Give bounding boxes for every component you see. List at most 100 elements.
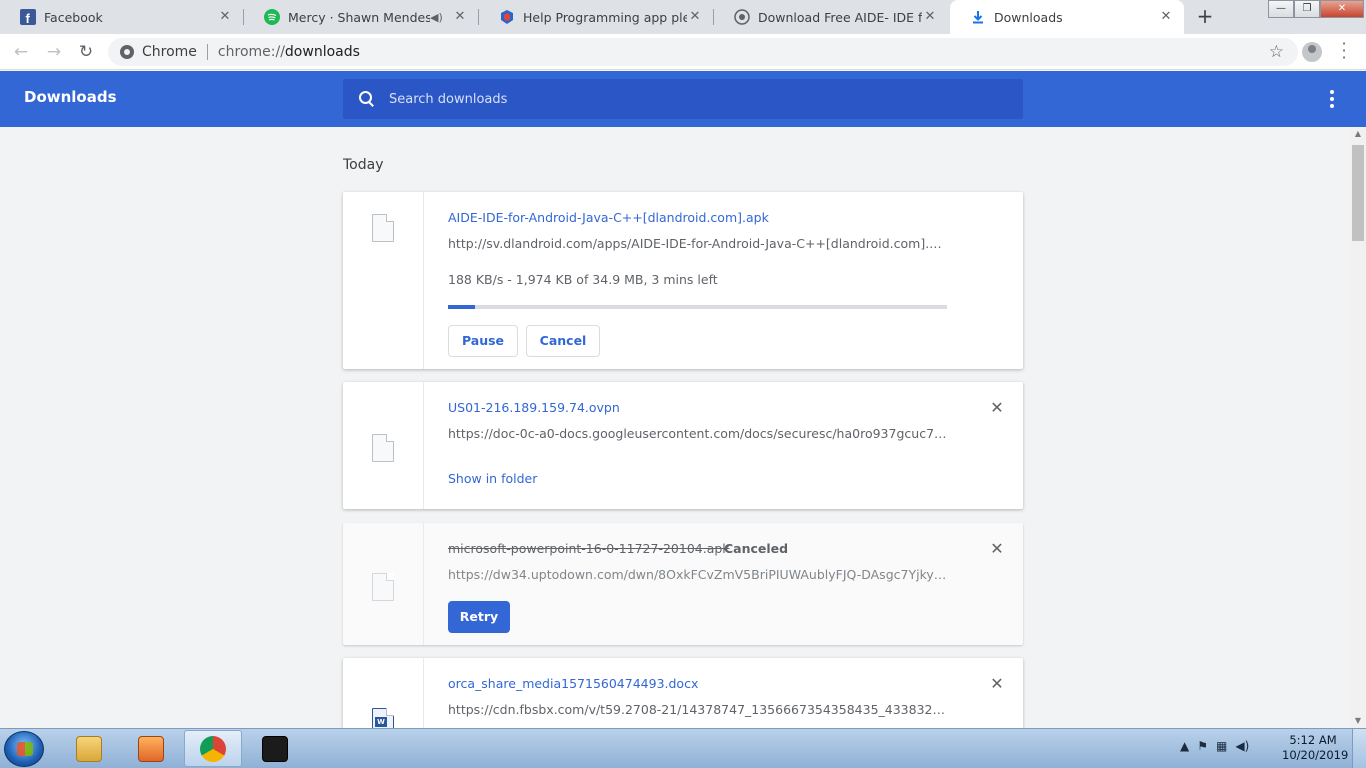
file-name-link[interactable]: US01-216.189.159.74.ovpn [448, 400, 620, 415]
scroll-down-icon[interactable]: ▼ [1350, 714, 1366, 728]
address-bar[interactable]: Chrome chrome:// downloads ☆ [108, 38, 1298, 66]
search-box[interactable] [343, 79, 1023, 119]
file-explorer-icon [76, 735, 102, 762]
forward-button[interactable]: → [42, 40, 66, 64]
search-icon [359, 91, 375, 107]
tab-title: Downloads [994, 9, 1063, 25]
clock-time: 5:12 AM [1289, 733, 1337, 747]
globe-icon [734, 9, 750, 25]
close-tab-icon[interactable]: ✕ [217, 9, 233, 25]
tab-spotify[interactable]: Mercy · Shawn Mendes ◀) ✕ [244, 0, 478, 34]
media-player-icon [138, 735, 164, 762]
progress-fill [448, 305, 476, 309]
browser-toolbar: ← → ↻ Chrome chrome:// downloads ☆ [0, 34, 1366, 70]
bookmark-star-icon[interactable]: ☆ [1269, 42, 1284, 62]
taskbar-garena[interactable] [246, 730, 304, 767]
omnibox-url-host: downloads [284, 44, 360, 60]
new-tab-button[interactable]: + [1194, 6, 1216, 28]
tab-downloads[interactable]: Downloads ✕ [950, 0, 1184, 34]
reload-button[interactable]: ↻ [74, 40, 98, 64]
status-badge: Canceled [724, 541, 789, 556]
progress-bar [448, 305, 947, 309]
download-item: US01-216.189.159.74.ovpn ✕ https://doc-0… [343, 382, 1023, 509]
search-input[interactable] [389, 79, 1023, 119]
downloads-header: Downloads [0, 71, 1366, 127]
profile-avatar[interactable] [1302, 42, 1322, 62]
show-desktop-button[interactable] [1352, 729, 1366, 768]
close-tab-icon[interactable]: ✕ [452, 9, 468, 25]
system-clock[interactable]: 5:12 AM 10/20/2019 [1282, 733, 1349, 763]
file-name-link[interactable]: AIDE-IDE-for-Android-Java-C++[dlandroid.… [448, 210, 769, 225]
omnibox-site-label: Chrome [142, 44, 197, 60]
file-icon [372, 573, 394, 601]
retry-button[interactable]: Retry [448, 601, 510, 633]
remove-from-list-icon[interactable]: ✕ [987, 674, 1007, 694]
tab-title: Mercy · Shawn Mendes [288, 9, 430, 25]
tab-aide-download[interactable]: Download Free AIDE- IDE for An ✕ [714, 0, 948, 34]
speaker-icon[interactable]: ◀) [430, 11, 446, 24]
volume-icon[interactable]: ◀) [1235, 739, 1249, 753]
more-actions-icon[interactable] [1326, 90, 1338, 108]
download-item: microsoft-powerpoint-16-0-11727-20104.ap… [343, 523, 1023, 645]
back-button[interactable]: ← [9, 40, 33, 64]
system-tray: ▲ ⚑ ▦ ◀) [1180, 739, 1249, 753]
file-url[interactable]: http://sv.dlandroid.com/apps/AIDE-IDE-fo… [448, 236, 948, 251]
file-url[interactable]: https://dw34.uptodown.com/dwn/8OxkFCvZmV… [448, 567, 948, 582]
taskbar-media-player[interactable] [122, 730, 180, 767]
file-icon-column [343, 192, 424, 369]
file-name-link[interactable]: orca_share_media1571560474493.docx [448, 676, 698, 691]
vertical-scrollbar[interactable]: ▲ ▼ [1350, 127, 1366, 728]
file-name: microsoft-powerpoint-16-0-11727-20104.ap… [448, 541, 730, 556]
garena-icon [262, 735, 288, 762]
page-title: Downloads [24, 88, 117, 106]
file-icon [372, 434, 394, 462]
close-tab-icon[interactable]: ✕ [687, 9, 703, 25]
network-icon[interactable]: ▦ [1216, 739, 1227, 753]
file-url[interactable]: https://doc-0c-a0-docs.googleusercontent… [448, 426, 948, 441]
show-in-folder-link[interactable]: Show in folder [448, 471, 537, 486]
word-document-icon: W [372, 708, 394, 728]
tab-facebook[interactable]: f Facebook ✕ [0, 0, 243, 34]
file-icon-column: W [343, 658, 424, 728]
close-tab-icon[interactable]: ✕ [922, 9, 938, 25]
tab-title: Download Free AIDE- IDE for An [758, 9, 922, 25]
date-heading: Today [343, 157, 384, 173]
download-icon [970, 9, 986, 25]
pause-button[interactable]: Pause [448, 325, 518, 357]
svg-text:f: f [26, 11, 31, 25]
chrome-page-icon [120, 45, 134, 59]
file-url[interactable]: https://cdn.fbsbx.com/v/t59.2708-21/1437… [448, 702, 948, 717]
file-icon [372, 214, 394, 242]
facebook-icon: f [20, 9, 36, 25]
omnibox-url-scheme: chrome:// [217, 44, 285, 60]
file-icon-column [343, 382, 424, 509]
remove-from-list-icon[interactable]: ✕ [987, 539, 1007, 559]
spotify-icon [264, 9, 280, 25]
remove-from-list-icon[interactable]: ✕ [987, 398, 1007, 418]
start-button[interactable] [4, 731, 44, 767]
stackexchange-icon [499, 9, 515, 25]
tab-title: Facebook [44, 9, 103, 25]
cancel-button[interactable]: Cancel [526, 325, 600, 357]
download-item: AIDE-IDE-for-Android-Java-C++[dlandroid.… [343, 192, 1023, 369]
restore-button[interactable]: ❐ [1294, 0, 1320, 18]
windows-taskbar: ▲ ⚑ ▦ ◀) 5:12 AM 10/20/2019 [0, 728, 1366, 768]
scroll-up-icon[interactable]: ▲ [1350, 127, 1366, 141]
scrollbar-thumb[interactable] [1352, 145, 1364, 241]
tab-strip: f Facebook ✕ Mercy · Shawn Mendes ◀) ✕ H… [0, 0, 1366, 34]
taskbar-explorer[interactable] [60, 730, 118, 767]
action-center-icon[interactable]: ⚑ [1197, 739, 1208, 753]
download-item: W orca_share_media1571560474493.docx ✕ h… [343, 658, 1023, 728]
clock-date: 10/20/2019 [1282, 748, 1349, 762]
window-controls: — ❐ ✕ [1268, 0, 1364, 18]
tab-title: Help Programming app please | [523, 9, 687, 25]
chrome-menu-icon[interactable]: · · · [1340, 36, 1348, 66]
close-tab-icon[interactable]: ✕ [1158, 9, 1174, 25]
progress-status: 188 KB/s - 1,974 KB of 34.9 MB, 3 mins l… [448, 272, 718, 287]
chrome-icon [200, 735, 226, 762]
taskbar-chrome[interactable] [184, 730, 242, 767]
window-close-button[interactable]: ✕ [1320, 0, 1364, 18]
show-hidden-icons-icon[interactable]: ▲ [1180, 739, 1189, 753]
minimize-button[interactable]: — [1268, 0, 1294, 18]
tab-help-programming[interactable]: Help Programming app please | ✕ [479, 0, 713, 34]
